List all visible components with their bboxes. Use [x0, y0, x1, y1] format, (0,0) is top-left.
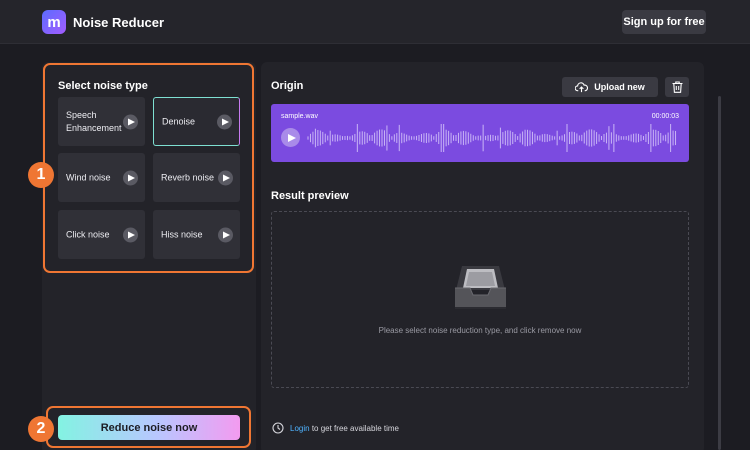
- noise-type-denoise[interactable]: Denoise: [153, 97, 240, 146]
- step-badge-1: 1: [28, 162, 54, 188]
- noise-type-label: Click noise: [66, 229, 110, 239]
- noise-type-hiss-noise[interactable]: Hiss noise: [153, 210, 240, 259]
- origin-title: Origin: [271, 80, 304, 92]
- clock-icon: [272, 422, 284, 434]
- noise-type-wind-noise[interactable]: Wind noise: [58, 153, 145, 202]
- noise-type-label: Denoise: [162, 116, 196, 126]
- upload-new-label: Upload new: [594, 82, 645, 92]
- noise-type-label: Hiss noise: [161, 229, 203, 239]
- empty-tray-icon: [455, 266, 506, 309]
- audio-waveform[interactable]: [307, 123, 679, 153]
- noise-type-label: Wind noise: [66, 172, 111, 182]
- app-logo[interactable]: m: [42, 10, 66, 34]
- noise-type-reverb-noise[interactable]: Reverb noise: [153, 153, 240, 202]
- result-preview-title: Result preview: [271, 190, 349, 202]
- result-empty-message: Please select noise reduction type, and …: [378, 326, 582, 335]
- noise-type-click-noise[interactable]: Click noise: [58, 210, 145, 259]
- step-badge-2: 2: [28, 416, 54, 442]
- logo-letter: m: [47, 13, 61, 31]
- play-icon[interactable]: [123, 227, 138, 242]
- app-title: Noise Reducer: [73, 15, 165, 30]
- noise-type-speech-enhancement[interactable]: Speech Enhancement: [58, 97, 145, 146]
- top-bar: m Noise Reducer Sign up for free: [0, 0, 750, 44]
- play-icon[interactable]: [218, 227, 233, 242]
- login-hint: Login to get free available time: [272, 421, 399, 435]
- noise-type-title: Select noise type: [58, 80, 148, 92]
- audio-duration: 00:00:03: [651, 113, 679, 120]
- noise-type-label: Speech Enhancement: [66, 109, 122, 133]
- original-audio-card: sample.wav 00:00:03: [271, 104, 689, 162]
- play-icon[interactable]: [217, 114, 232, 129]
- noise-type-label: Reverb noise: [161, 172, 215, 182]
- login-suffix: to get free available time: [311, 423, 399, 433]
- play-icon[interactable]: [123, 114, 138, 129]
- reduce-noise-button[interactable]: Reduce noise now: [58, 415, 240, 440]
- play-icon[interactable]: [123, 170, 138, 185]
- sign-up-button[interactable]: Sign up for free: [622, 10, 706, 34]
- delete-button[interactable]: [665, 77, 689, 97]
- play-icon[interactable]: [218, 170, 233, 185]
- login-link[interactable]: Login: [290, 424, 310, 433]
- trash-icon: [672, 81, 682, 93]
- scrollbar[interactable]: [718, 96, 721, 450]
- upload-new-button[interactable]: Upload new: [562, 77, 658, 97]
- upload-cloud-icon: [575, 82, 589, 93]
- play-icon[interactable]: [281, 128, 300, 147]
- audio-file-name: sample.wav: [281, 113, 318, 120]
